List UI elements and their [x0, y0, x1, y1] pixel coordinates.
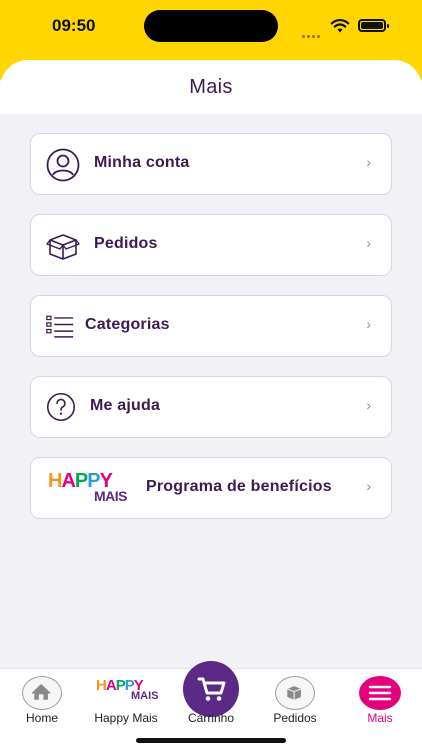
- tab-label: Carrinho: [187, 711, 235, 725]
- tab-label: Mais: [367, 711, 393, 725]
- wifi-icon: [330, 19, 350, 33]
- happy-logo-sub: MAIS: [131, 690, 159, 702]
- menu-item-label: Pedidos: [94, 235, 158, 252]
- page-title: Mais: [189, 76, 233, 98]
- tab-label: Happy Mais: [94, 711, 158, 725]
- chevron-right-icon: ›: [366, 316, 371, 332]
- happy-mais-logo: HAPPY MAIS: [96, 677, 160, 707]
- menu-item-label: Minha conta: [94, 154, 190, 171]
- dynamic-island: [144, 10, 278, 42]
- happy-logo-sub: MAIS: [94, 488, 128, 504]
- chevron-right-icon: ›: [366, 397, 371, 413]
- battery-icon: [358, 19, 389, 32]
- tab-label: Pedidos: [273, 711, 317, 725]
- menu-icon: [359, 676, 401, 710]
- help-circle-icon: [46, 392, 76, 422]
- menu-item-programa-beneficios[interactable]: HAPPY MAIS Programa de benefícios ›: [30, 457, 392, 519]
- home-indicator[interactable]: [136, 738, 286, 743]
- happy-mais-logo: HAPPY MAIS: [46, 470, 134, 508]
- tab-carrinho[interactable]: Carrinho: [169, 661, 253, 729]
- chevron-right-icon: ›: [366, 478, 371, 494]
- cart-icon: [183, 661, 239, 717]
- box-icon: [46, 234, 80, 260]
- chevron-right-icon: ›: [366, 235, 371, 251]
- tab-home[interactable]: Home: [0, 669, 84, 729]
- box-icon: [275, 676, 315, 710]
- menu-item-label: Categorias: [85, 316, 170, 333]
- home-icon: [22, 676, 62, 710]
- tab-happy-mais[interactable]: HAPPY MAIS Happy Mais: [84, 669, 168, 729]
- chevron-right-icon: ›: [366, 154, 371, 170]
- list-icon: [46, 315, 74, 338]
- menu-item-minha-conta[interactable]: Minha conta ›: [30, 133, 392, 195]
- signal-icon: [302, 25, 324, 38]
- tab-pedidos[interactable]: Pedidos: [253, 669, 337, 729]
- menu-item-pedidos[interactable]: Pedidos ›: [30, 214, 392, 276]
- menu-list: Minha conta › Pedidos › Categorias › Me …: [30, 133, 392, 538]
- tab-label: Home: [25, 711, 58, 725]
- tab-mais[interactable]: Mais: [338, 669, 422, 729]
- menu-item-label: Me ajuda: [90, 397, 161, 414]
- menu-item-label: Programa de benefícios: [146, 478, 332, 495]
- status-time: 09:50: [52, 16, 96, 35]
- menu-item-categorias[interactable]: Categorias ›: [30, 295, 392, 357]
- menu-item-me-ajuda[interactable]: Me ajuda ›: [30, 376, 392, 438]
- page-header: Mais: [0, 60, 422, 114]
- user-circle-icon: [46, 148, 80, 182]
